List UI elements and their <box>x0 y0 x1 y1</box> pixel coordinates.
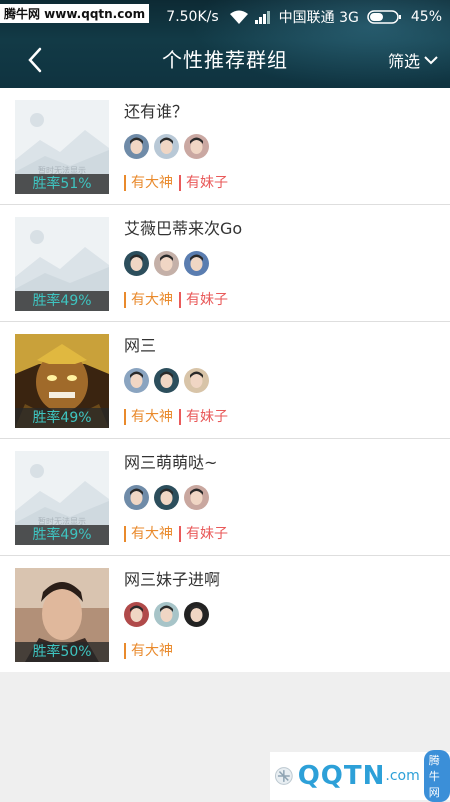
avatar <box>124 602 149 627</box>
tag-master: 有大神 <box>124 175 173 191</box>
avatar <box>154 602 179 627</box>
group-name: 网三妹子进啊 <box>124 570 221 589</box>
tag-girls: 有妹子 <box>179 526 228 542</box>
group-tags: 有大神 有妹子 <box>124 526 228 542</box>
tag-girls: 有妹子 <box>179 292 228 308</box>
battery-level: 45% <box>410 9 442 25</box>
wifi-icon <box>229 10 248 24</box>
filter-label: 筛选 <box>387 52 420 71</box>
avatar <box>154 368 179 393</box>
group-name: 网三萌萌哒~ <box>124 453 218 472</box>
tag-master: 有大神 <box>124 409 173 425</box>
avatar <box>184 134 209 159</box>
qqtn-logo-icon <box>274 767 293 785</box>
tag-master: 有大神 <box>124 643 173 659</box>
avatar <box>154 485 179 510</box>
avatar <box>154 251 179 276</box>
tag-master: 有大神 <box>124 526 173 542</box>
network-speed: 7.50K/s <box>166 9 219 25</box>
member-avatars <box>124 251 209 276</box>
group-row[interactable]: 胜率49% 网三有大神 有妹子 <box>0 322 450 439</box>
win-rate-label: 胜率51% <box>15 174 109 194</box>
win-rate-label: 胜率49% <box>15 408 109 428</box>
signal-icon <box>254 10 271 24</box>
group-tags: 有大神 有妹子 <box>124 409 228 425</box>
win-rate-label: 胜率50% <box>15 642 109 662</box>
member-avatars <box>124 368 209 393</box>
bottom-watermark: QQTN .com 腾牛网 <box>270 750 450 802</box>
filter-button[interactable]: 筛选 <box>388 48 438 72</box>
group-thumbnail: 胜率49% <box>15 217 109 311</box>
win-rate-label: 胜率49% <box>15 525 109 545</box>
carrier-label: 中国联通 3G <box>278 10 359 26</box>
avatar <box>124 134 149 159</box>
group-name: 网三 <box>124 336 157 355</box>
avatar <box>184 602 209 627</box>
page-title: 个性推荐群组 <box>162 48 288 72</box>
avatar <box>124 368 149 393</box>
site-watermark: 腾牛网 www.qqtn.com <box>0 4 150 23</box>
group-tags: 有大神 <box>124 643 173 659</box>
group-name: 艾薇巴蒂来次Go <box>124 219 243 238</box>
group-thumbnail: 暂时无法显示 胜率51% <box>15 100 109 194</box>
avatar <box>184 485 209 510</box>
bottom-badge: 腾牛网 <box>423 750 450 802</box>
bottom-brand: QQTN <box>297 761 386 791</box>
avatar <box>184 368 209 393</box>
avatar <box>154 134 179 159</box>
tag-master: 有大神 <box>124 292 173 308</box>
group-list: 暂时无法显示 胜率51% 还有谁？ 有大神 有妹子 胜率49% 艾薇巴蒂来次Go 有大神 有妹子… <box>0 88 450 672</box>
battery-icon <box>367 9 403 25</box>
member-avatars <box>124 134 209 159</box>
group-row[interactable]: 暂时无法显示 胜率49% 网三萌萌哒~ 有大神 有妹子 <box>0 439 450 556</box>
group-tags: 有大神 有妹子 <box>124 292 228 308</box>
group-tags: 有大神 有妹子 <box>124 175 228 191</box>
group-row[interactable]: 暂时无法显示 胜率51% 还有谁？ 有大神 有妹子 <box>0 88 450 205</box>
app-header: 腾牛网 www.qqtn.com 7.50K/s 中国联通 3G 45% 个性推… <box>0 0 450 88</box>
tag-girls: 有妹子 <box>179 409 228 425</box>
group-thumbnail: 胜率49% <box>15 334 109 428</box>
group-row[interactable]: 胜率49% 艾薇巴蒂来次Go 有大神 有妹子 <box>0 205 450 322</box>
win-rate-label: 胜率49% <box>15 291 109 311</box>
tag-girls: 有妹子 <box>179 175 228 191</box>
avatar <box>124 485 149 510</box>
avatar <box>124 251 149 276</box>
group-thumbnail: 暂时无法显示 胜率49% <box>15 451 109 545</box>
bottom-domain: .com <box>385 768 420 784</box>
member-avatars <box>124 602 209 627</box>
group-row[interactable]: 胜率50% 网三妹子进啊 有大神 <box>0 556 450 672</box>
status-bar: 7.50K/s 中国联通 3G 45% <box>166 6 442 28</box>
group-thumbnail: 胜率50% <box>15 568 109 662</box>
title-bar: 个性推荐群组 筛选 <box>0 40 450 80</box>
chevron-down-icon <box>424 56 438 65</box>
group-name: 还有谁？ <box>124 102 189 121</box>
member-avatars <box>124 485 209 510</box>
avatar <box>184 251 209 276</box>
